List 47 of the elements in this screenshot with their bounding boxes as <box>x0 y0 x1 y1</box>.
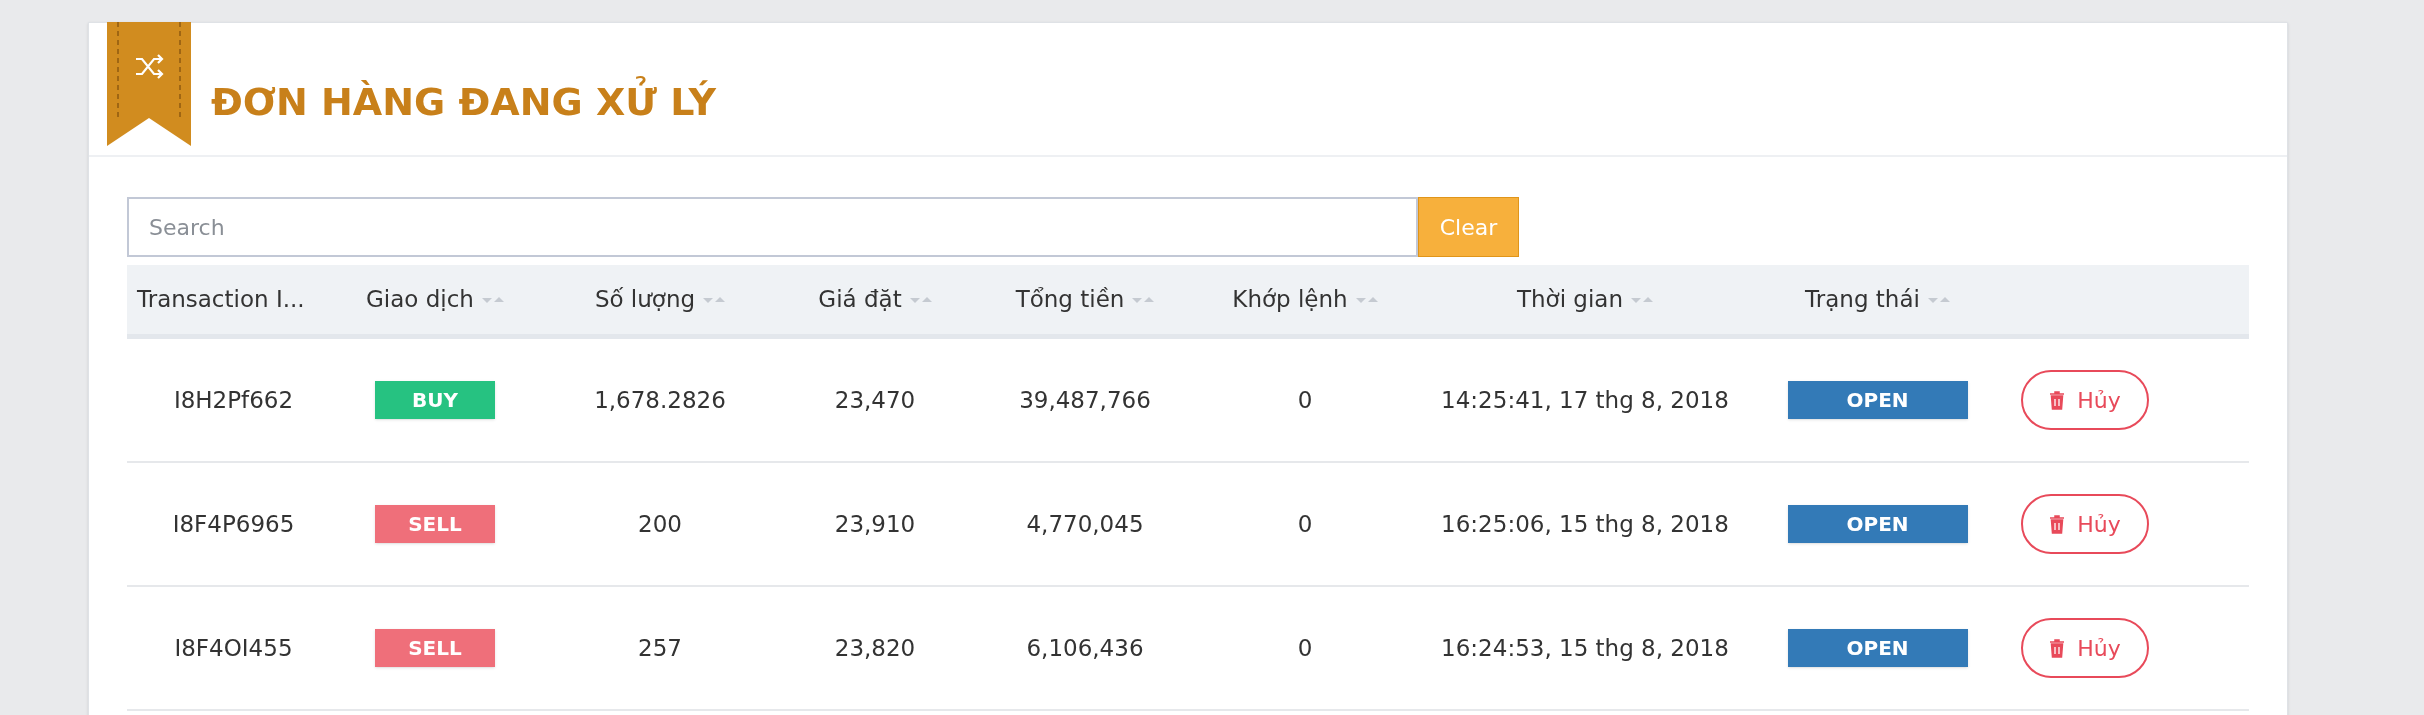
sort-icon[interactable] <box>703 294 726 305</box>
column-header[interactable]: Giá đặt <box>818 282 932 317</box>
column-header[interactable]: Giao dịch <box>366 282 504 317</box>
side-badge: SELL <box>375 629 495 667</box>
table-cell-text: 23,470 <box>834 385 916 415</box>
table-cell-text: 16:25:06, 15 thg 8, 2018 <box>1441 509 1729 539</box>
table-cell-text: 14:25:41, 17 thg 8, 2018 <box>1441 385 1729 415</box>
table-cell-text: 39,487,766 <box>1019 385 1151 415</box>
column-header[interactable]: Số lượng <box>594 282 726 317</box>
trash-icon <box>2049 638 2066 658</box>
status-badge: OPEN <box>1787 505 1968 543</box>
sort-icon[interactable] <box>1631 294 1654 305</box>
table-cell-text: 1,678.2826 <box>594 385 726 415</box>
table-cell-text: 0 <box>1297 509 1313 539</box>
cancel-button[interactable]: Hủy <box>2021 494 2149 554</box>
sort-icon[interactable] <box>1132 294 1155 305</box>
table-cell-text: 0 <box>1297 633 1313 663</box>
status-badge: OPEN <box>1787 629 1968 667</box>
trash-icon <box>2049 514 2066 534</box>
search-field[interactable]: Search <box>127 197 1418 257</box>
column-header[interactable]: Transaction I... <box>137 282 305 317</box>
table-cell-text: 0 <box>1297 385 1313 415</box>
sort-icon[interactable] <box>481 294 504 305</box>
page-title: ĐƠN HÀNG ĐANG XỬ LÝ <box>211 73 717 131</box>
trash-icon <box>2049 390 2066 410</box>
table-cell-text: 23,820 <box>834 633 916 663</box>
cancel-button[interactable]: Hủy <box>2021 370 2149 430</box>
status-badge: OPEN <box>1787 381 1968 419</box>
table-cell-text: 16:24:53, 15 thg 8, 2018 <box>1441 633 1729 663</box>
side-badge: BUY <box>375 381 495 419</box>
table-cell-text: 6,106,436 <box>1026 633 1144 663</box>
sort-icon[interactable] <box>909 294 932 305</box>
column-header[interactable]: Khớp lệnh <box>1232 282 1378 317</box>
sort-icon[interactable] <box>1927 294 1950 305</box>
column-header[interactable]: Trạng thái <box>1805 282 1950 317</box>
table-cell-text: I8F4P6965 <box>172 509 295 539</box>
table-cell-text: I8F4OI455 <box>174 633 293 663</box>
table-cell-text: 200 <box>638 509 682 539</box>
table-cell-text: 4,770,045 <box>1026 509 1144 539</box>
sort-icon[interactable] <box>1355 294 1378 305</box>
column-header[interactable]: Thời gian <box>1516 282 1654 317</box>
column-header[interactable]: Tổng tiền <box>1015 282 1155 317</box>
table-cell-text: 23,910 <box>834 509 916 539</box>
side-badge: SELL <box>375 505 495 543</box>
table-cell-text: I8H2Pf662 <box>173 385 294 415</box>
table-cell-text: 257 <box>638 633 682 663</box>
cancel-button[interactable]: Hủy <box>2021 618 2149 678</box>
